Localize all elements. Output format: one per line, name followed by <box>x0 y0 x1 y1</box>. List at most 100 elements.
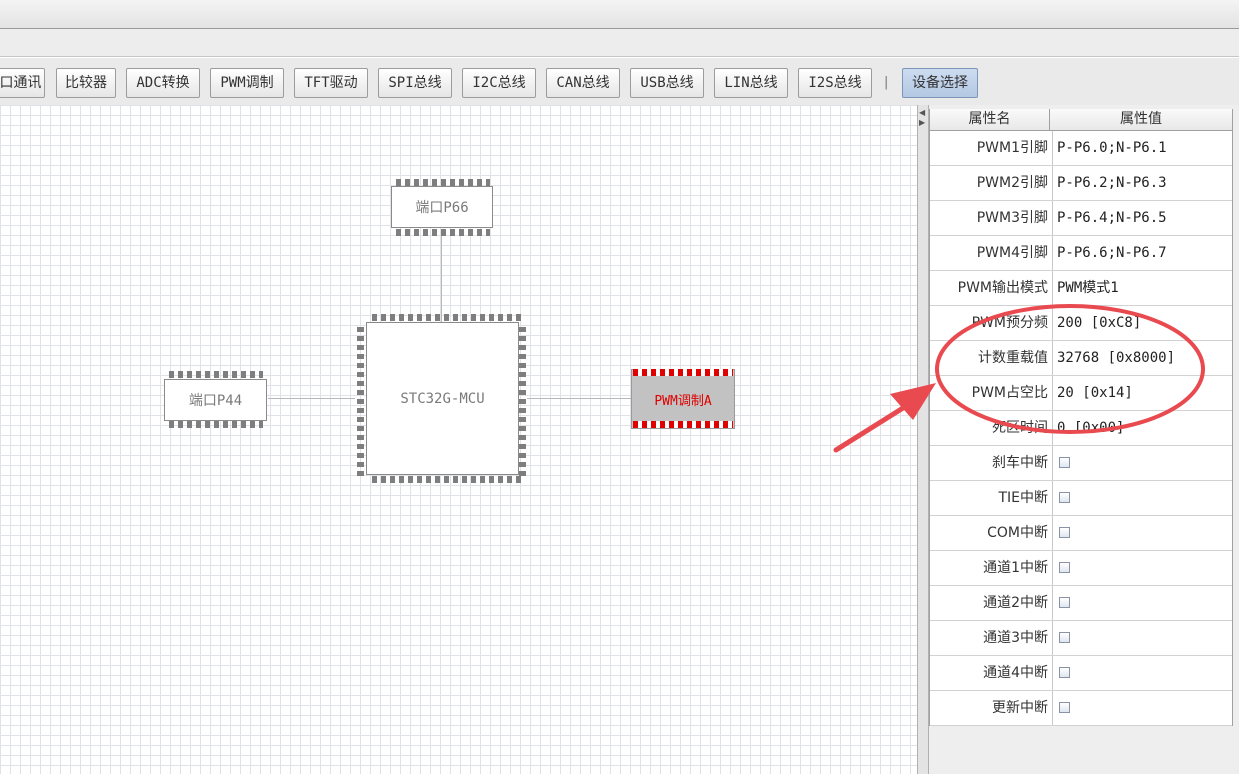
mcu-chip[interactable]: STC32G-MCU <box>366 322 519 475</box>
channel2-interrupt-checkbox[interactable] <box>1059 596 1070 608</box>
property-row-output-mode[interactable]: PWM输出模式 PWM模式1 <box>930 271 1232 306</box>
property-row-dead-time[interactable]: 死区时间 0 [0x00] <box>930 411 1232 446</box>
property-value[interactable]: P-P6.0;N-P6.1 <box>1053 131 1232 165</box>
header-property-value: 属性值 <box>1120 111 1162 127</box>
property-name: 刹车中断 <box>930 446 1053 480</box>
com-interrupt-checkbox[interactable] <box>1059 526 1070 538</box>
port-p66-label: 端口P66 <box>415 200 469 216</box>
properties-header: 属性名 属性值 <box>930 109 1232 131</box>
property-name: 通道3中断 <box>930 621 1053 655</box>
property-name: 通道2中断 <box>930 586 1053 620</box>
mcu-label: STC32G-MCU <box>400 390 485 407</box>
property-row-channel3-interrupt[interactable]: 通道3中断 <box>930 621 1232 656</box>
property-row-tie-interrupt[interactable]: TIE中断 <box>930 481 1232 516</box>
property-value <box>1053 481 1232 515</box>
property-value <box>1053 551 1232 585</box>
property-value <box>1053 586 1232 620</box>
channel3-interrupt-checkbox[interactable] <box>1059 631 1070 643</box>
property-name: PWM占空比 <box>930 376 1053 410</box>
property-value <box>1053 691 1232 725</box>
property-value[interactable]: 0 [0x00] <box>1053 411 1232 445</box>
port-p44-chip[interactable]: 端口P44 <box>164 379 267 421</box>
wire-left <box>268 398 355 399</box>
property-name: COM中断 <box>930 516 1053 550</box>
property-row-com-interrupt[interactable]: COM中断 <box>930 516 1232 551</box>
mcu-pins-top <box>372 314 522 321</box>
property-name: 计数重载值 <box>930 341 1053 375</box>
mcu-pins-bottom <box>372 476 522 483</box>
property-name: PWM预分频 <box>930 306 1053 340</box>
mcu-pins-left <box>357 327 364 477</box>
port-p44-label: 端口P44 <box>188 393 243 409</box>
update-interrupt-checkbox[interactable] <box>1059 701 1070 713</box>
property-value[interactable]: P-P6.4;N-P6.5 <box>1053 201 1232 235</box>
wire-top <box>441 229 442 322</box>
channel4-interrupt-checkbox[interactable] <box>1059 666 1070 678</box>
splitter[interactable]: ◀ ▶ <box>917 105 929 774</box>
tft-button[interactable]: TFT驱动 <box>294 68 368 98</box>
collapse-left-icon[interactable]: ◀ <box>919 109 925 117</box>
pwm-module-chip[interactable]: PWM调制A <box>631 369 735 429</box>
property-name: 死区时间 <box>930 411 1053 445</box>
property-value <box>1053 446 1232 480</box>
property-value[interactable]: 32768 [0x8000] <box>1053 341 1232 375</box>
channel1-interrupt-checkbox[interactable] <box>1059 561 1070 573</box>
pwm-module-label: PWM调制A <box>654 393 712 409</box>
property-value[interactable]: P-P6.6;N-P6.7 <box>1053 236 1232 270</box>
property-value[interactable]: 200 [0xC8] <box>1053 306 1232 340</box>
menu-bar <box>0 29 1239 57</box>
adc-button[interactable]: ADC转换 <box>126 68 200 98</box>
can-button[interactable]: CAN总线 <box>546 68 620 98</box>
property-row-pwm3-pin[interactable]: PWM3引脚 P-P6.4;N-P6.5 <box>930 201 1232 236</box>
port-p44-pins-top <box>169 371 263 378</box>
wire-right <box>527 398 632 399</box>
property-row-update-interrupt[interactable]: 更新中断 <box>930 691 1232 726</box>
collapse-right-icon[interactable]: ▶ <box>919 119 925 127</box>
brake-interrupt-checkbox[interactable] <box>1059 456 1070 468</box>
serial-comm-button[interactable]: 口通讯 <box>0 68 45 98</box>
property-row-duty-cycle[interactable]: PWM占空比 20 [0x14] <box>930 376 1232 411</box>
property-value[interactable]: PWM模式1 <box>1053 271 1232 305</box>
port-p66-pins-top <box>396 179 490 186</box>
property-row-channel4-interrupt[interactable]: 通道4中断 <box>930 656 1232 691</box>
pwm-pins-top-overlay <box>633 369 733 376</box>
device-select-button[interactable]: 设备选择 <box>902 68 978 98</box>
design-canvas[interactable]: 端口P66 端口P44 STC32G-MCU PWM调制A <box>0 105 917 774</box>
property-row-prescaler[interactable]: PWM预分频 200 [0xC8] <box>930 306 1232 341</box>
toolbar-separator: | <box>884 75 889 90</box>
property-value[interactable]: P-P6.2;N-P6.3 <box>1053 166 1232 200</box>
window-title-bar <box>0 0 1239 29</box>
property-row-channel1-interrupt[interactable]: 通道1中断 <box>930 551 1232 586</box>
property-row-reload-value[interactable]: 计数重载值 32768 [0x8000] <box>930 341 1232 376</box>
property-name: 更新中断 <box>930 691 1053 725</box>
tie-interrupt-checkbox[interactable] <box>1059 491 1070 503</box>
port-p66-chip[interactable]: 端口P66 <box>391 186 493 228</box>
i2s-button[interactable]: I2S总线 <box>798 68 872 98</box>
i2c-button[interactable]: I2C总线 <box>462 68 536 98</box>
pwm-button[interactable]: PWM调制 <box>210 68 284 98</box>
usb-button[interactable]: USB总线 <box>630 68 704 98</box>
property-name: PWM输出模式 <box>930 271 1053 305</box>
property-row-pwm4-pin[interactable]: PWM4引脚 P-P6.6;N-P6.7 <box>930 236 1232 271</box>
properties-panel: 属性名 属性值 PWM1引脚 P-P6.0;N-P6.1 PWM2引脚 P-P6… <box>929 105 1239 774</box>
property-row-channel2-interrupt[interactable]: 通道2中断 <box>930 586 1232 621</box>
property-name: TIE中断 <box>930 481 1053 515</box>
property-name: PWM3引脚 <box>930 201 1053 235</box>
comparator-button[interactable]: 比较器 <box>56 68 116 98</box>
property-row-brake-interrupt[interactable]: 刹车中断 <box>930 446 1232 481</box>
property-row-pwm1-pin[interactable]: PWM1引脚 P-P6.0;N-P6.1 <box>930 131 1232 166</box>
property-value <box>1053 516 1232 550</box>
property-name: PWM2引脚 <box>930 166 1053 200</box>
spi-button[interactable]: SPI总线 <box>378 68 452 98</box>
property-value <box>1053 656 1232 690</box>
header-property-name: 属性名 <box>930 109 1050 130</box>
toolbar: 口通讯 比较器 ADC转换 PWM调制 TFT驱动 SPI总线 I2C总线 CA… <box>0 57 1239 106</box>
property-value[interactable]: 20 [0x14] <box>1053 376 1232 410</box>
mcu-pins-right <box>519 327 526 477</box>
property-name: PWM4引脚 <box>930 236 1053 270</box>
properties-table: 属性名 属性值 PWM1引脚 P-P6.0;N-P6.1 PWM2引脚 P-P6… <box>929 109 1233 726</box>
property-row-pwm2-pin[interactable]: PWM2引脚 P-P6.2;N-P6.3 <box>930 166 1232 201</box>
lin-button[interactable]: LIN总线 <box>714 68 788 98</box>
property-name: PWM1引脚 <box>930 131 1053 165</box>
pwm-pins-bottom <box>633 421 733 428</box>
